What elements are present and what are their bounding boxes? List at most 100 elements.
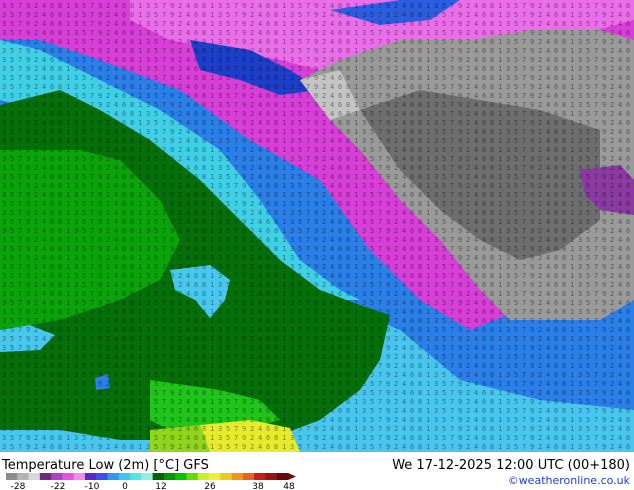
svg-text:6: 6	[122, 227, 126, 235]
svg-text:3: 3	[2, 245, 6, 253]
svg-text:7: 7	[306, 299, 310, 307]
svg-text:2: 2	[34, 272, 38, 280]
svg-text:4: 4	[186, 317, 190, 325]
svg-text:3: 3	[74, 119, 78, 127]
svg-text:9: 9	[386, 443, 390, 451]
svg-text:7: 7	[306, 137, 310, 145]
svg-text:2: 2	[250, 119, 254, 127]
svg-text:2: 2	[394, 362, 398, 370]
svg-text:6: 6	[266, 182, 270, 190]
svg-text:7: 7	[18, 371, 22, 379]
svg-text:5: 5	[442, 254, 446, 262]
svg-text:1: 1	[570, 182, 574, 190]
credit-link[interactable]: ©weatheronline.co.uk	[508, 474, 630, 487]
svg-text:4: 4	[330, 83, 334, 91]
svg-text:1: 1	[354, 146, 358, 154]
svg-text:4: 4	[474, 164, 478, 172]
svg-text:7: 7	[522, 380, 526, 388]
svg-text:9: 9	[26, 38, 30, 46]
svg-text:6: 6	[338, 263, 342, 271]
svg-text:9: 9	[602, 425, 606, 433]
svg-text:7: 7	[522, 11, 526, 19]
svg-text:8: 8	[58, 83, 62, 91]
svg-text:9: 9	[530, 416, 534, 424]
svg-text:4: 4	[42, 326, 46, 334]
svg-text:9: 9	[458, 11, 462, 19]
svg-text:2: 2	[106, 74, 110, 82]
svg-text:7: 7	[234, 263, 238, 271]
svg-text:7: 7	[522, 200, 526, 208]
svg-text:8: 8	[346, 146, 350, 154]
svg-text:9: 9	[314, 353, 318, 361]
svg-text:7: 7	[90, 191, 94, 199]
svg-text:4: 4	[474, 2, 478, 10]
svg-text:7: 7	[90, 416, 94, 424]
svg-text:5: 5	[442, 317, 446, 325]
svg-text:6: 6	[338, 272, 342, 280]
svg-text:6: 6	[194, 128, 198, 136]
svg-text:2: 2	[610, 245, 614, 253]
svg-text:4: 4	[474, 83, 478, 91]
svg-text:5: 5	[298, 425, 302, 433]
svg-text:6: 6	[122, 2, 126, 10]
svg-text:4: 4	[402, 137, 406, 145]
svg-text:7: 7	[162, 317, 166, 325]
svg-text:1: 1	[282, 146, 286, 154]
svg-text:5: 5	[10, 236, 14, 244]
svg-text:9: 9	[530, 317, 534, 325]
legend-swatch	[220, 473, 233, 480]
svg-text:7: 7	[450, 362, 454, 370]
svg-text:2: 2	[250, 335, 254, 343]
svg-text:6: 6	[194, 200, 198, 208]
svg-text:6: 6	[482, 326, 486, 334]
svg-text:9: 9	[26, 146, 30, 154]
svg-text:8: 8	[346, 38, 350, 46]
svg-text:7: 7	[90, 209, 94, 217]
svg-text:8: 8	[562, 38, 566, 46]
svg-text:8: 8	[202, 272, 206, 280]
svg-text:7: 7	[522, 335, 526, 343]
svg-text:3: 3	[290, 371, 294, 379]
svg-text:9: 9	[386, 326, 390, 334]
svg-text:6: 6	[338, 128, 342, 136]
svg-text:8: 8	[346, 56, 350, 64]
svg-text:4: 4	[546, 380, 550, 388]
svg-text:2: 2	[394, 425, 398, 433]
svg-text:7: 7	[306, 425, 310, 433]
svg-text:1: 1	[426, 209, 430, 217]
svg-text:7: 7	[306, 443, 310, 451]
svg-text:2: 2	[394, 344, 398, 352]
svg-text:6: 6	[410, 227, 414, 235]
svg-text:4: 4	[258, 281, 262, 289]
svg-text:6: 6	[626, 83, 630, 91]
svg-text:2: 2	[538, 299, 542, 307]
svg-text:9: 9	[602, 227, 606, 235]
svg-text:3: 3	[2, 155, 6, 163]
svg-text:6: 6	[554, 137, 558, 145]
svg-text:3: 3	[146, 308, 150, 316]
svg-text:2: 2	[250, 227, 254, 235]
svg-text:5: 5	[82, 308, 86, 316]
svg-text:4: 4	[258, 74, 262, 82]
svg-text:4: 4	[42, 65, 46, 73]
svg-text:3: 3	[362, 317, 366, 325]
svg-text:9: 9	[98, 272, 102, 280]
svg-text:1: 1	[354, 362, 358, 370]
svg-text:9: 9	[26, 56, 30, 64]
svg-text:6: 6	[554, 29, 558, 37]
svg-text:2: 2	[538, 317, 542, 325]
svg-text:6: 6	[50, 425, 54, 433]
svg-text:8: 8	[274, 128, 278, 136]
svg-text:5: 5	[370, 2, 374, 10]
svg-text:6: 6	[194, 290, 198, 298]
svg-text:1: 1	[210, 236, 214, 244]
svg-text:2: 2	[322, 362, 326, 370]
svg-text:7: 7	[594, 47, 598, 55]
svg-text:2: 2	[538, 173, 542, 181]
svg-text:3: 3	[434, 353, 438, 361]
svg-text:8: 8	[130, 263, 134, 271]
svg-text:4: 4	[618, 182, 622, 190]
svg-text:1: 1	[210, 47, 214, 55]
svg-text:1: 1	[426, 425, 430, 433]
svg-text:6: 6	[626, 47, 630, 55]
